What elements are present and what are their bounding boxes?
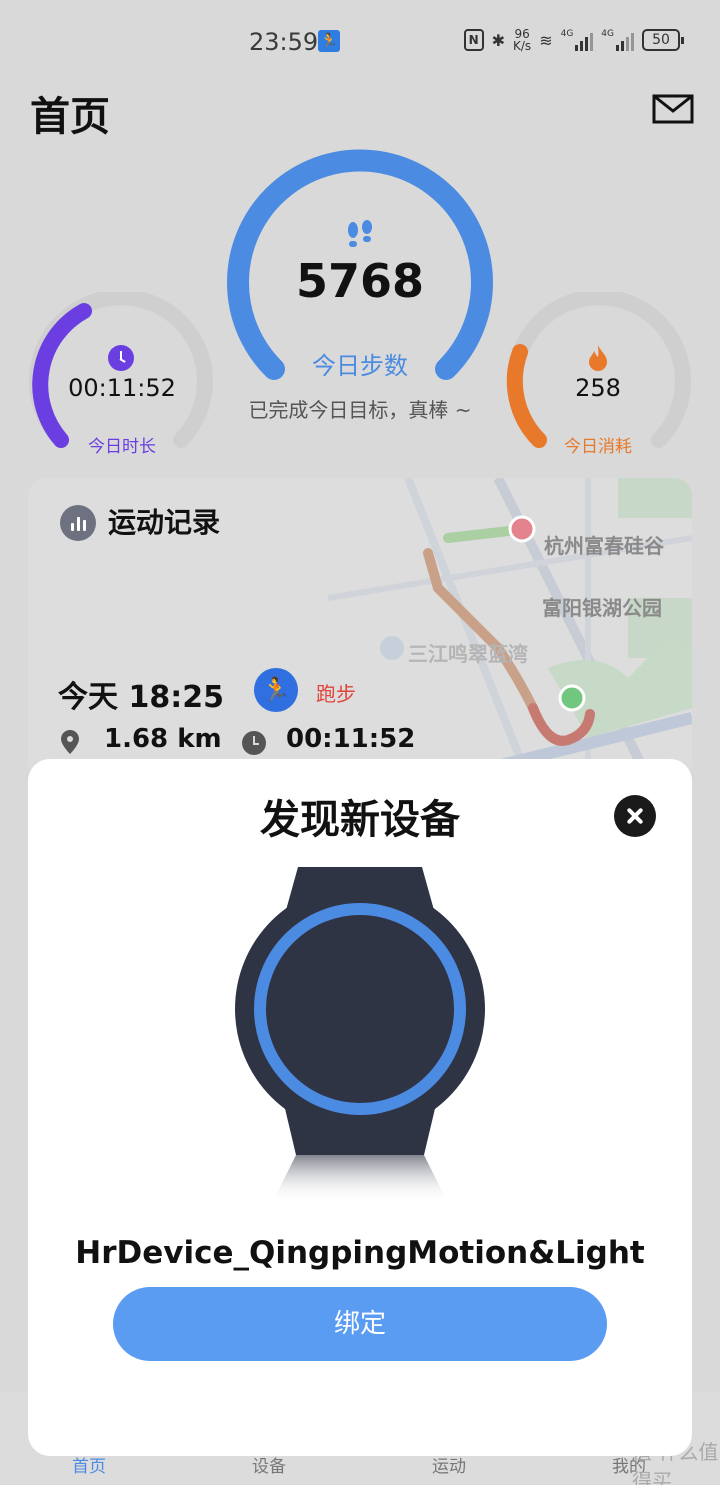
device-name: HrDevice_QingpingMotion&Light — [75, 1235, 645, 1271]
duration-value: 00:11:52 — [68, 374, 176, 402]
sport-record-title: 运动记录 — [108, 506, 221, 539]
clock-icon — [108, 345, 134, 371]
bind-button[interactable]: 绑定 — [113, 1287, 607, 1361]
bluetooth-icon: ✱ — [491, 30, 506, 50]
network-speed-unit: K/s — [513, 39, 532, 53]
duration-clock-icon — [242, 731, 266, 755]
flame-icon — [589, 345, 607, 371]
status-time: 23:59 — [249, 28, 319, 56]
map-label-3: 三江鸣翠蓝湾 — [408, 642, 528, 666]
new-device-dialog: 发现新设备 HrDevice_QingpingMotion&Light 绑定 — [28, 759, 692, 1456]
record-distance: 1.68 km — [104, 724, 222, 754]
wifi-icon: ≋ — [539, 30, 553, 50]
signal-icon-2: 4G — [601, 29, 634, 51]
map-label-1: 杭州富春硅谷 — [544, 534, 664, 558]
footsteps-icon — [348, 220, 372, 247]
duration-label: 今日时长 — [88, 437, 156, 457]
calories-value: 258 — [575, 374, 621, 402]
smartwatch-illustration — [235, 867, 485, 1203]
record-date: 今天 18:25 — [58, 680, 224, 715]
map-label-2: 富阳银湖公园 — [542, 596, 662, 620]
signal-icon-1: 4G — [561, 29, 594, 51]
mail-icon[interactable] — [652, 94, 694, 124]
close-icon[interactable] — [614, 795, 656, 837]
steps-value: 5768 — [295, 254, 425, 308]
signal-2-label: 4G — [601, 29, 614, 39]
location-pin-icon — [61, 730, 79, 754]
nfc-icon: N — [463, 29, 484, 51]
steps-label: 今日步数 — [312, 352, 408, 380]
network-speed: 96 K/s — [513, 28, 531, 52]
sport-record-card[interactable]: 运动记录 杭州富春硅谷 富阳银湖公园 三江鸣翠蓝湾 今天 18:25 🏃 跑步 … — [28, 478, 692, 778]
bar-chart-icon — [60, 505, 96, 541]
status-bar: 23:59 🏃 N ✱ 96 K/s ≋ 4G 4G 50 — [0, 0, 720, 84]
sport-type: 跑步 — [316, 682, 356, 706]
goal-text: 已完成今日目标，真棒 ~ — [248, 398, 472, 422]
running-icon: 🏃 — [254, 668, 298, 712]
battery-icon: 50 — [642, 29, 684, 51]
running-status-icon: 🏃 — [318, 30, 340, 52]
status-icons: N ✱ 96 K/s ≋ 4G 4G 50 — [463, 28, 684, 52]
calories-label: 今日消耗 — [564, 437, 632, 457]
record-duration: 00:11:52 — [286, 724, 416, 754]
page-title: 首页 — [30, 94, 110, 140]
dialog-title: 发现新设备 — [260, 797, 460, 843]
signal-1-label: 4G — [560, 29, 574, 39]
